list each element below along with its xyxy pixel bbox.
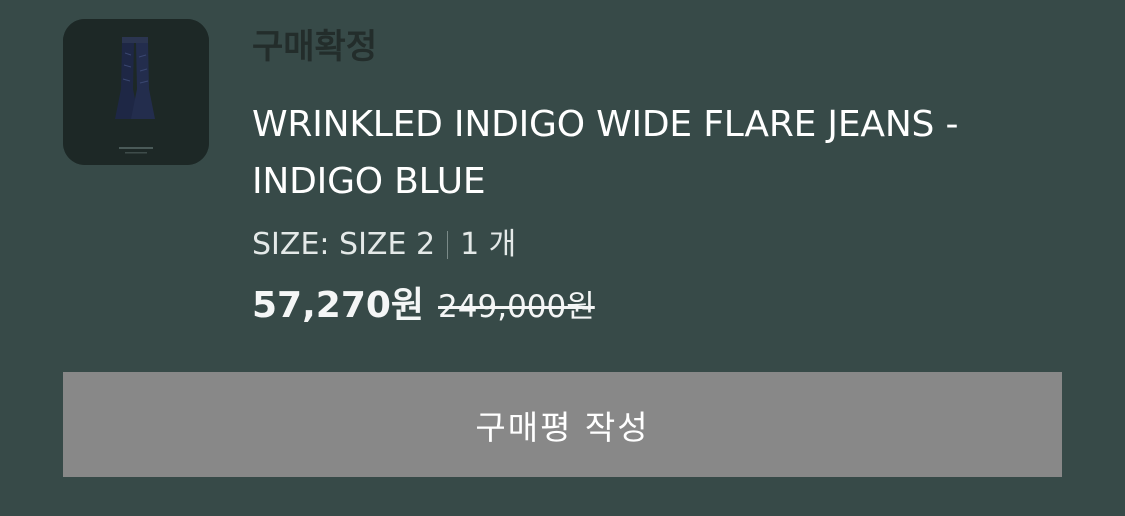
order-info: 구매확정 WRINKLED INDIGO WIDE FLARE JEANS - … <box>252 22 1052 332</box>
quantity: 1 개 <box>460 227 517 262</box>
option-divider <box>447 231 449 259</box>
order-item-card: 구매확정 WRINKLED INDIGO WIDE FLARE JEANS - … <box>0 0 1125 516</box>
sale-price: 57,270원 <box>252 285 425 326</box>
product-name[interactable]: WRINKLED INDIGO WIDE FLARE JEANS - INDIG… <box>252 96 1052 210</box>
order-status: 구매확정 <box>252 27 378 67</box>
product-thumbnail[interactable] <box>63 19 209 165</box>
size-option: SIZE: SIZE 2 <box>252 227 436 262</box>
original-price: 249,000원 <box>438 289 595 325</box>
option-line: SIZE: SIZE 2 1 개 <box>252 223 1052 267</box>
write-review-button[interactable]: 구매평 작성 <box>63 372 1062 477</box>
price-line: 57,270원 249,000원 <box>252 281 1052 332</box>
jeans-image-icon <box>63 19 209 165</box>
